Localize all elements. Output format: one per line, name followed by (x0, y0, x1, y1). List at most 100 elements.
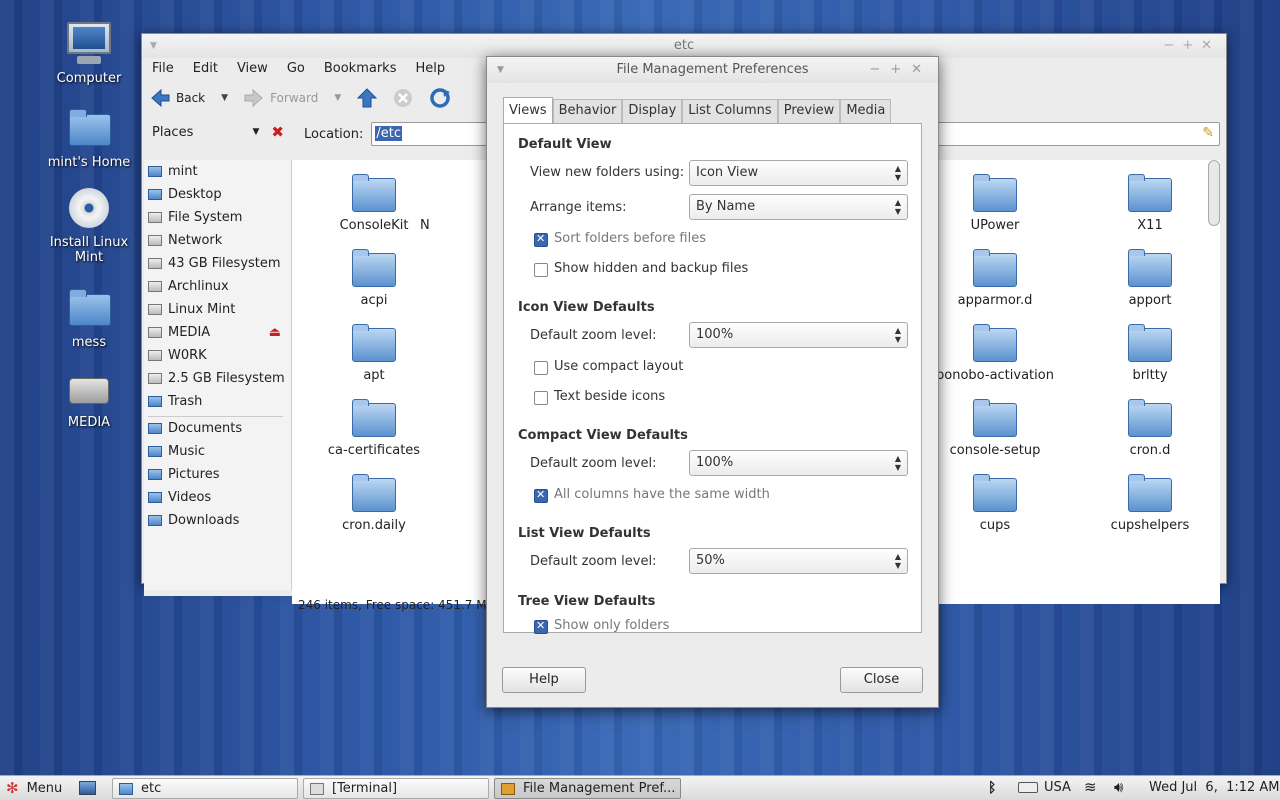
arrange-items-select[interactable]: By Name ▲ ▼ (689, 194, 908, 220)
desktop-icon-label: Computer (56, 71, 122, 86)
tab-list-columns[interactable]: List Columns (682, 99, 778, 123)
folder-item[interactable]: console-setup (925, 399, 1065, 458)
tab-preview[interactable]: Preview (777, 99, 841, 123)
sidebar-item-downloads[interactable]: Downloads (144, 509, 291, 532)
folder-item[interactable]: apport (1080, 249, 1220, 308)
sidebar-item-network[interactable]: Network (144, 229, 291, 252)
folder-item[interactable]: X11 (1080, 174, 1220, 233)
location-label: Location: (304, 126, 364, 142)
folder-item[interactable]: ca-certificates (304, 399, 444, 458)
desktop-icon-media[interactable]: MEDIA (34, 364, 144, 430)
window-menu-icon[interactable]: ▼ (150, 34, 157, 58)
drive-icon (148, 327, 162, 338)
menu-button[interactable]: ✻ Menu (6, 779, 62, 797)
vertical-scrollbar[interactable] (1208, 160, 1220, 226)
clear-location-icon[interactable]: ✎ (1202, 125, 1214, 141)
forward-button[interactable]: Forward ▼ (236, 89, 349, 107)
sidebar-item-linuxmint[interactable]: Linux Mint (144, 298, 291, 321)
reload-button[interactable] (421, 87, 459, 109)
sidebar-item-desktop[interactable]: Desktop (144, 183, 291, 206)
folder-icon (119, 782, 133, 795)
tab-media[interactable]: Media (840, 99, 892, 123)
tab-display[interactable]: Display (622, 99, 683, 123)
sidebar-item-43gb[interactable]: 43 GB Filesystem (144, 252, 291, 275)
sidebar-item-work[interactable]: W0RK (144, 344, 291, 367)
task-terminal[interactable]: [Terminal] (303, 778, 489, 799)
show-hidden-checkbox[interactable] (534, 263, 548, 277)
dialog-titlebar[interactable]: ▼ File Management Preferences −+✕ (487, 57, 938, 83)
folder-item[interactable]: UPower (925, 174, 1065, 233)
show-desktop-icon[interactable] (79, 781, 96, 795)
tab-views[interactable]: Views (503, 97, 553, 123)
sidebar-item-filesystem[interactable]: File System (144, 206, 291, 229)
desktop-icon-home[interactable]: mint's Home (34, 104, 144, 170)
up-arrow-icon (357, 88, 378, 108)
sort-folders-checkbox[interactable] (534, 232, 548, 247)
desktop-icon-label: mess (71, 335, 107, 350)
compact-layout-label: Use compact layout (554, 359, 684, 374)
network-icon (148, 235, 162, 246)
compact-layout-checkbox[interactable] (534, 361, 548, 375)
menu-edit[interactable]: Edit (183, 58, 227, 80)
list-zoom-select[interactable]: 50% ▲ ▼ (689, 548, 908, 574)
window-titlebar[interactable]: ▼ etc −+✕ (142, 34, 1226, 58)
keyboard-icon[interactable] (1018, 782, 1038, 793)
eject-icon[interactable]: ⏏ (269, 325, 281, 340)
sidebar-item-music[interactable]: Music (144, 440, 291, 463)
sidebar-item-pictures[interactable]: Pictures (144, 463, 291, 486)
folder-item[interactable]: cron.daily (304, 474, 444, 533)
keyboard-layout[interactable]: USA (1044, 780, 1071, 795)
window-menu-icon[interactable]: ▼ (497, 57, 504, 83)
folder-item[interactable]: bonobo-activation (925, 324, 1065, 383)
sidebar-item-trash[interactable]: Trash (144, 390, 291, 413)
folder-item[interactable]: apt (304, 324, 444, 383)
folder-item[interactable]: acpi (304, 249, 444, 308)
bluetooth-icon[interactable]: ᛒ (988, 780, 996, 796)
task-preferences[interactable]: File Management Pref... (494, 778, 681, 799)
folder-item[interactable]: apparmor.d (925, 249, 1065, 308)
stop-button[interactable] (385, 88, 421, 108)
back-history-dropdown[interactable]: ▼ (221, 93, 228, 103)
same-width-checkbox[interactable] (534, 488, 548, 503)
back-button[interactable]: Back ▼ (142, 89, 236, 107)
menu-help[interactable]: Help (405, 58, 454, 80)
menu-go[interactable]: Go (277, 58, 314, 80)
view-new-folders-select[interactable]: Icon View ▲ ▼ (689, 160, 908, 186)
sidebar-item-mint[interactable]: mint (144, 160, 291, 183)
close-sidebar-icon[interactable]: ✖ (271, 123, 284, 141)
sidebar-item-archlinux[interactable]: Archlinux (144, 275, 291, 298)
tab-behavior[interactable]: Behavior (552, 99, 623, 123)
folder-item[interactable]: cups (925, 474, 1065, 533)
folder-item[interactable]: cupshelpers (1080, 474, 1220, 533)
close-button[interactable]: Close (840, 667, 923, 693)
desktop-icon-computer[interactable]: Computer (34, 20, 144, 86)
volume-icon[interactable]: 🔊︎ (1114, 778, 1123, 796)
up-button[interactable] (349, 88, 385, 108)
icon-zoom-select[interactable]: 100% ▲ ▼ (689, 322, 908, 348)
sidebar-item-25gb[interactable]: 2.5 GB Filesystem (144, 367, 291, 390)
sidebar-item-documents[interactable]: Documents (144, 417, 291, 440)
folder-item[interactable]: brltty (1080, 324, 1220, 383)
help-button[interactable]: Help (502, 667, 586, 693)
compact-zoom-select[interactable]: 100% ▲ ▼ (689, 450, 908, 476)
places-dropdown[interactable]: ▼ (253, 127, 260, 137)
wifi-icon[interactable]: ≋ (1084, 778, 1097, 796)
desktop-icon (148, 189, 162, 200)
desktop-icon-mess[interactable]: mess (34, 284, 144, 350)
folder-item-partial[interactable]: N (420, 218, 460, 233)
sidebar-item-media[interactable]: MEDIA ⏏ (144, 321, 291, 344)
window-controls[interactable]: −+✕ (1163, 34, 1220, 58)
desktop-icon-install[interactable]: Install Linux Mint (34, 184, 144, 265)
folder-item[interactable]: cron.d (1080, 399, 1220, 458)
window-controls[interactable]: −+✕ (869, 57, 932, 83)
home-icon (148, 166, 162, 177)
text-beside-checkbox[interactable] (534, 391, 548, 405)
task-etc[interactable]: etc (112, 778, 298, 799)
sidebar-item-videos[interactable]: Videos (144, 486, 291, 509)
show-only-folders-checkbox[interactable] (534, 619, 548, 634)
menu-view[interactable]: View (227, 58, 277, 80)
folder-icon (352, 474, 396, 512)
menu-bookmarks[interactable]: Bookmarks (314, 58, 406, 80)
clock[interactable]: Wed Jul 6, 1:12 AM (1149, 780, 1280, 795)
menu-file[interactable]: File (142, 58, 183, 80)
